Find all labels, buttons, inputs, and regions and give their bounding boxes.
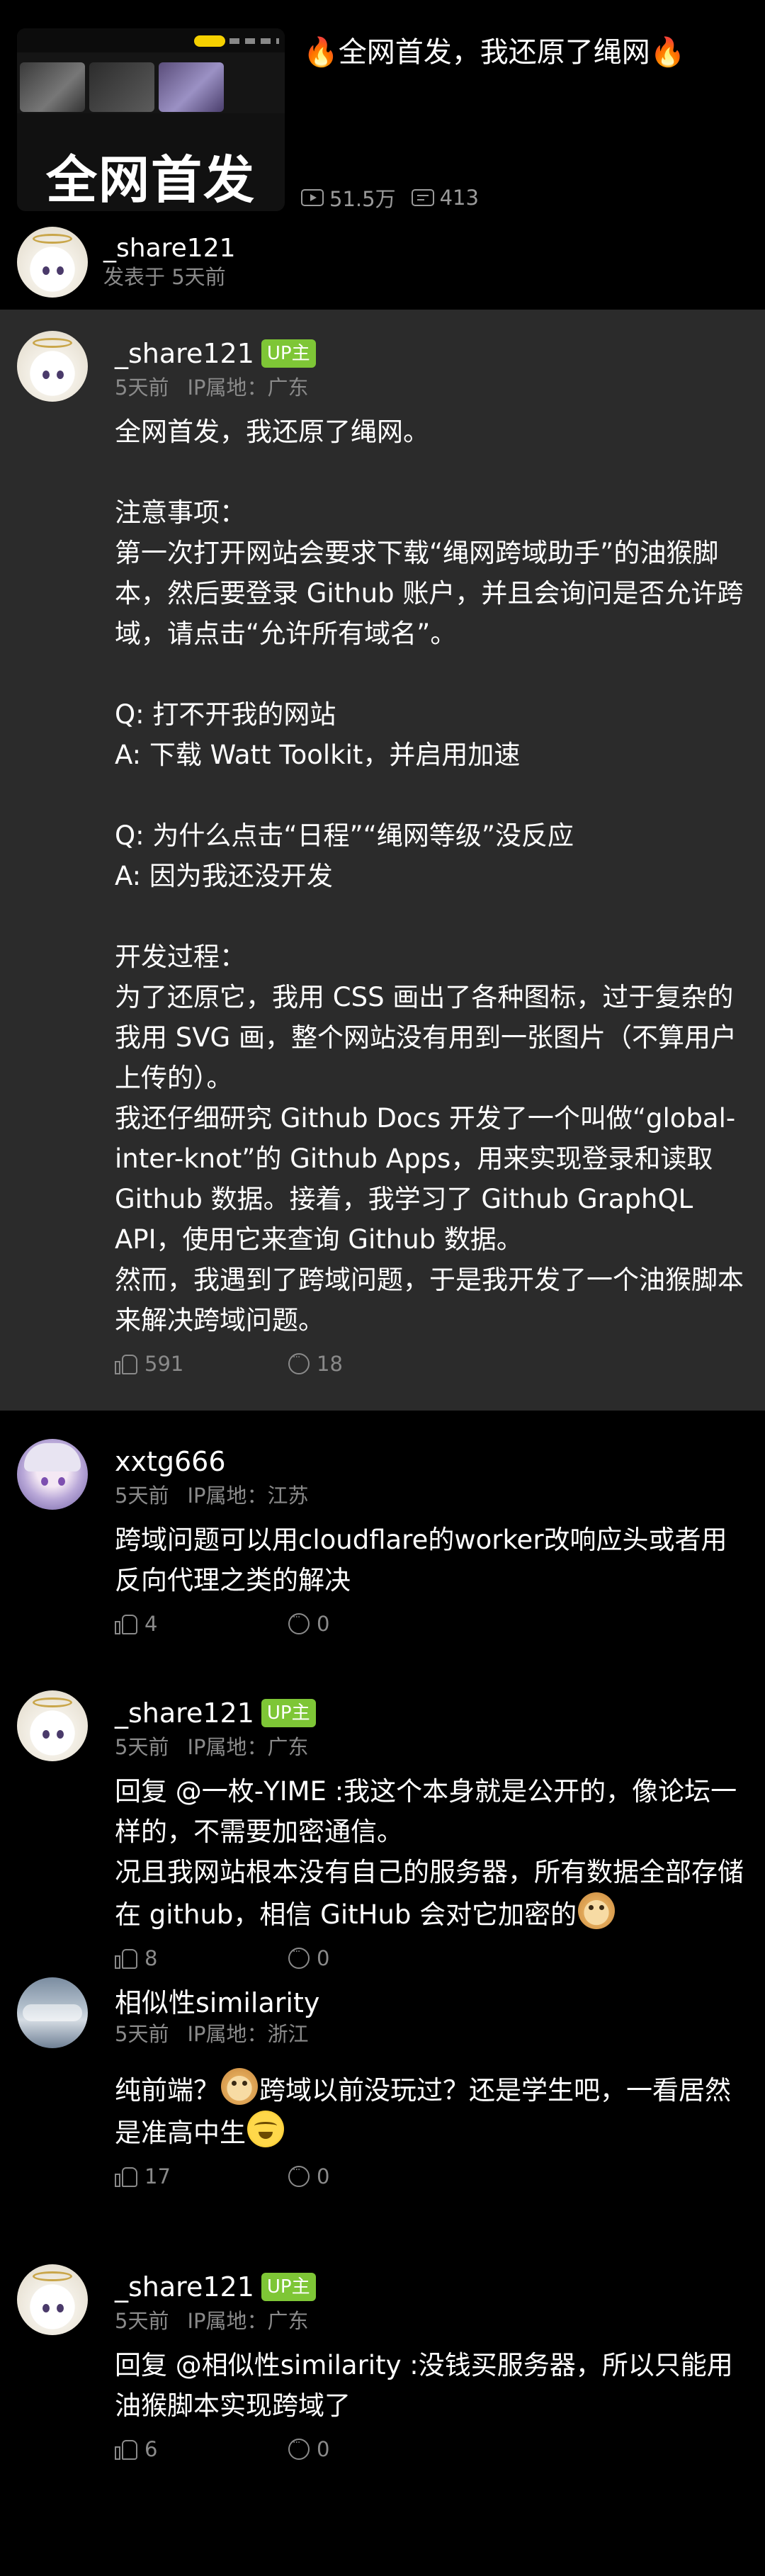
comment-ip: IP属地：广东 [187, 1735, 309, 1759]
comment-ip: IP属地：浙江 [187, 2022, 309, 2046]
cry-laugh-emoji [247, 2111, 284, 2147]
view-count: 51.5万 [301, 183, 396, 213]
comment-time: 5天前 [115, 375, 169, 400]
comment-meta: 5天前 IP属地：广东 [115, 1732, 748, 1763]
comment-time: 5天前 [115, 1735, 169, 1759]
reply-button[interactable]: 0 [288, 2437, 462, 2461]
comment-item: _share121 UP主 5天前 IP属地：广东 回复 @一枚-YIME :我这… [0, 1669, 765, 1970]
comment-actions: 4 0 [115, 1612, 748, 1636]
comment-ip: IP属地：广东 [187, 375, 309, 400]
play-count-icon [301, 189, 324, 206]
comment-text: 纯前端？ 跨域以前没玩过？还是学生吧，一看居然是准高中生 [115, 2068, 748, 2153]
danmaku-count: 413 [411, 186, 479, 210]
thumbs-up-icon [115, 2439, 137, 2460]
avatar[interactable] [17, 1690, 88, 1761]
post-author[interactable]: _share121 发表于 5天前 [17, 227, 236, 298]
up-badge: UP主 [261, 339, 316, 368]
video-thumbnail[interactable]: 全网首发 [17, 28, 285, 211]
like-button[interactable]: 4 [115, 1612, 288, 1636]
comment-text: 全网首发，我还原了绳网。 注意事项： 第一次打开网站会要求下载“绳网跨域助手”的… [115, 417, 744, 1335]
comment-username[interactable]: 相似性similarity [115, 1981, 319, 2020]
comment-item: 相似性similarity 5天前 IP属地：浙江 纯前端？ 跨域以前没玩过？还是学… [0, 1956, 765, 2243]
video-stats: 51.5万 413 [301, 183, 494, 213]
doge-emoji [221, 2068, 258, 2105]
reply-button[interactable]: 18 [288, 1352, 462, 1376]
comment-meta: 5天前 IP属地：浙江 [115, 2018, 748, 2050]
up-badge: UP主 [261, 1699, 316, 1727]
thumbnail-title: 全网首发 [45, 150, 256, 210]
thumbs-up-icon [115, 1613, 137, 1634]
comment-actions: 591 18 [115, 1352, 748, 1376]
avatar[interactable] [17, 1977, 88, 2048]
comment-item: xxtg666 5天前 IP属地：江苏 跨域问题可以用cloudflare的wor… [0, 1411, 765, 1669]
reply-button[interactable]: 0 [288, 2164, 462, 2188]
reply-icon [288, 1612, 310, 1634]
reply-icon [288, 1352, 310, 1374]
comment-meta: 5天前 IP属地：广东 [115, 372, 748, 403]
comment-ip: IP属地：江苏 [187, 1484, 309, 1508]
comment-meta: 5天前 IP属地：江苏 [115, 1480, 748, 1511]
like-button[interactable]: 591 [115, 1352, 288, 1376]
comment-ip: IP属地：广东 [187, 2309, 309, 2333]
comment-meta: 5天前 IP属地：广东 [115, 2305, 748, 2337]
avatar[interactable] [17, 2264, 88, 2335]
author-name[interactable]: _share121 [103, 234, 236, 264]
comment-username[interactable]: xxtg666 [115, 1446, 226, 1477]
post-time: 发表于 5天前 [103, 265, 226, 289]
avatar[interactable] [17, 331, 88, 402]
comment-item: _share121 UP主 5天前 IP属地：广东 回复 @相似性similari… [0, 2243, 765, 2502]
comment-text: 跨域问题可以用cloudflare的worker改响应头或者用反向代理之类的解决 [115, 1525, 727, 1595]
avatar[interactable] [17, 227, 88, 298]
comment-time: 5天前 [115, 2022, 169, 2046]
comment-username[interactable]: _share121 [115, 1697, 254, 1729]
like-button[interactable]: 17 [115, 2164, 288, 2188]
like-button[interactable]: 6 [115, 2437, 288, 2461]
avatar[interactable] [17, 1439, 88, 1510]
comment-time: 5天前 [115, 1484, 169, 1508]
up-badge: UP主 [261, 2273, 316, 2301]
reply-button[interactable]: 0 [288, 1612, 462, 1636]
thumbs-up-icon [115, 1353, 137, 1374]
comment-text: 回复 @一枚-YIME :我这个本身就是公开的，像论坛一样的，不需要加密通信。 … [115, 1776, 744, 1930]
comment-username[interactable]: _share121 [115, 338, 254, 369]
video-title[interactable]: 🔥全网首发，我还原了绳网🔥 [303, 31, 742, 74]
comment-actions: 17 0 [115, 2164, 748, 2188]
comment-actions: 6 0 [115, 2437, 748, 2461]
comment-item: _share121 UP主 5天前 IP属地：广东 全网首发，我还原了绳网。 注意… [0, 310, 765, 1411]
thumbnail-preview-strip [17, 28, 285, 113]
doge-emoji [578, 1892, 616, 1929]
comment-username[interactable]: _share121 [115, 2271, 254, 2303]
thumbs-up-icon [115, 2166, 137, 2187]
comment-time: 5天前 [115, 2309, 169, 2333]
danmaku-icon [411, 189, 434, 206]
reply-icon [288, 2437, 310, 2460]
reply-icon [288, 2164, 310, 2187]
comment-text: 回复 @相似性similarity :没钱买服务器，所以只能用油猴脚本实现跨域了 [115, 2350, 733, 2421]
video-card[interactable]: 全网首发 🔥全网首发，我还原了绳网🔥 51.5万 413 _share121 发… [0, 0, 765, 310]
